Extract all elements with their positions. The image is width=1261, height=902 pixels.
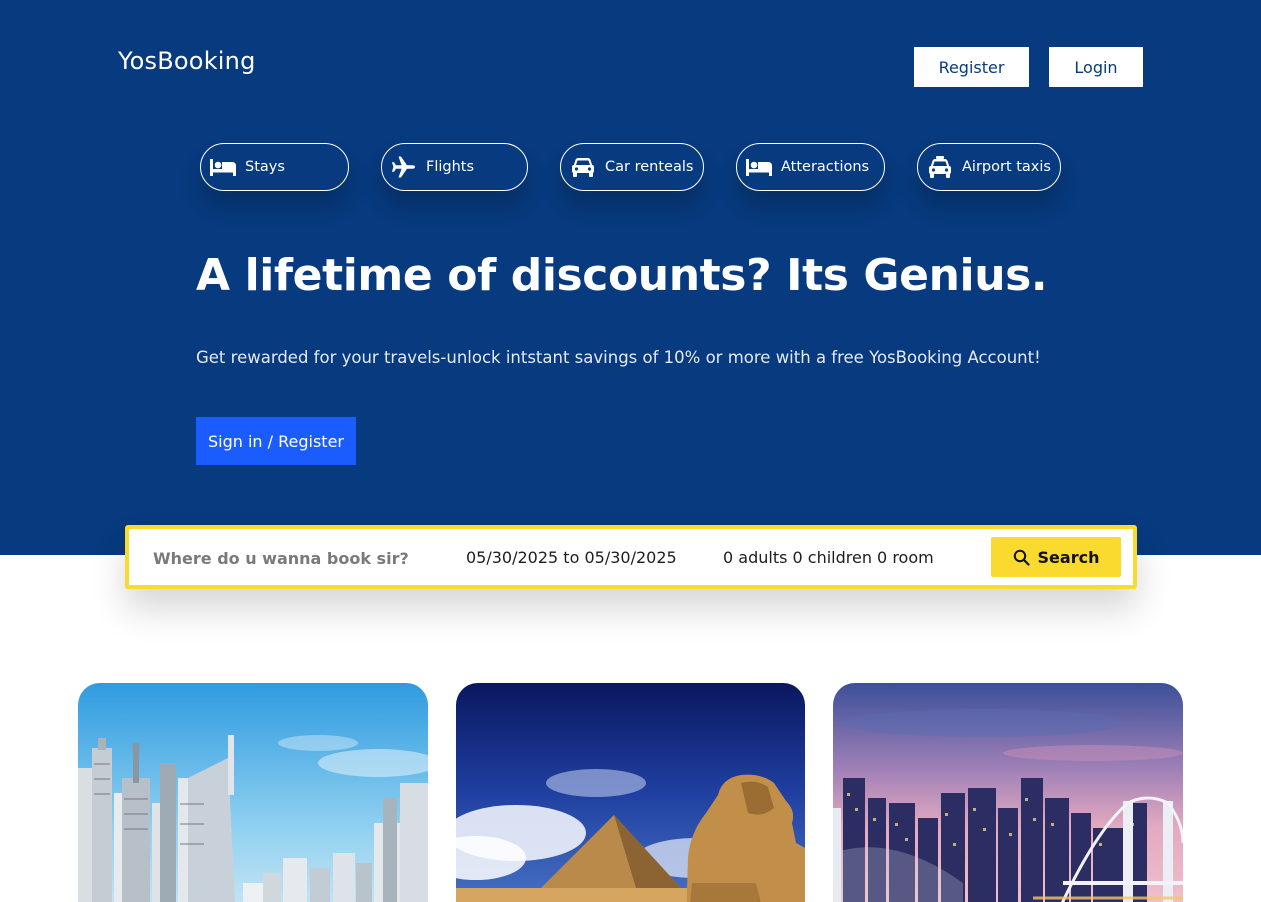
nav-item-label: Flights [426, 159, 475, 175]
guests-selector[interactable]: 0 adults 0 children 0 room [723, 548, 934, 567]
sign-in-register-button[interactable]: Sign in / Register [196, 417, 356, 465]
bed-icon [209, 155, 237, 179]
tokyo-rainbow-bridge-photo [833, 683, 1183, 902]
destination-input[interactable] [153, 546, 423, 570]
nav-item-label: Stays [245, 159, 285, 175]
destination-card-tokyo[interactable] [833, 683, 1183, 902]
nav-item-label: Airport taxis [962, 159, 1051, 175]
destination-card-egypt[interactable] [456, 683, 805, 902]
search-button[interactable]: Search [991, 537, 1121, 577]
bed-icon [745, 155, 773, 179]
nav-item-airport-taxis[interactable]: Airport taxis [917, 143, 1061, 191]
destination-card-dubai[interactable] [78, 683, 428, 902]
plane-icon [390, 155, 418, 179]
nav-item-flights[interactable]: Flights [381, 143, 528, 191]
register-button[interactable]: Register [914, 47, 1029, 87]
taxi-icon [926, 155, 954, 179]
search-bar: 05/30/2025 to 05/30/2025 0 adults 0 chil… [125, 525, 1137, 589]
dubai-skyline-photo [78, 683, 428, 902]
hero-subline: Get rewarded for your travels-unlock int… [196, 348, 1041, 367]
nav-item-attractions[interactable]: Atteractions [736, 143, 885, 191]
search-icon [1013, 549, 1030, 566]
egypt-sphinx-pyramid-photo [456, 683, 805, 902]
date-range-picker[interactable]: 05/30/2025 to 05/30/2025 [466, 548, 677, 567]
search-button-label: Search [1037, 547, 1100, 567]
nav-item-stays[interactable]: Stays [200, 143, 349, 191]
nav-item-label: Car renteals [605, 159, 694, 175]
nav-item-label: Atteractions [781, 159, 870, 175]
car-icon [569, 155, 597, 179]
hero-banner: YosBooking Register Login Stays Flights [0, 0, 1261, 555]
brand-logo[interactable]: YosBooking [118, 47, 256, 75]
hero-headline: A lifetime of discounts? Its Genius. [196, 250, 1048, 301]
nav-item-car-rentals[interactable]: Car renteals [560, 143, 704, 191]
login-button[interactable]: Login [1049, 47, 1143, 87]
